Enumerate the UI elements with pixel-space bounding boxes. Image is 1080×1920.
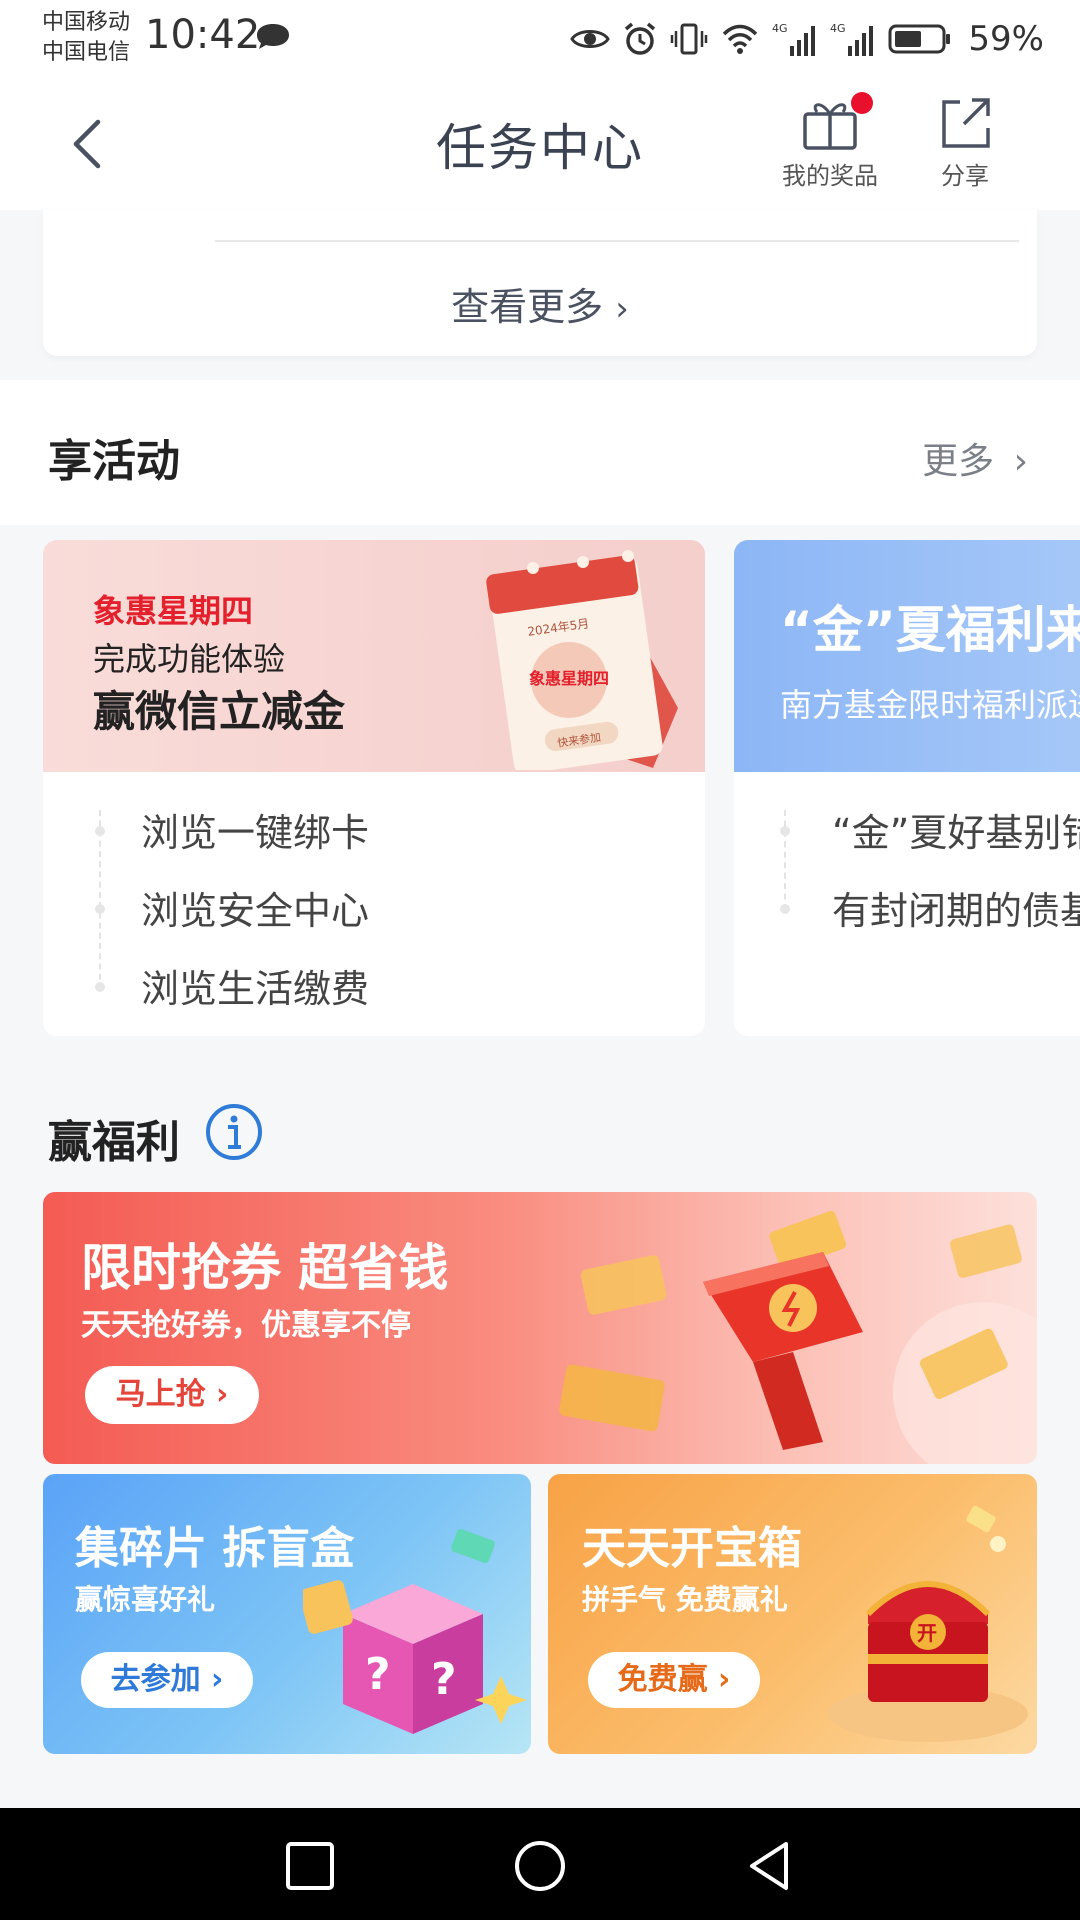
share-icon <box>936 96 994 150</box>
home-icon[interactable] <box>512 1838 568 1894</box>
battery-percent: 59% <box>968 19 1044 59</box>
share-label: 分享 <box>941 162 989 190</box>
task-label: 浏览安全中心 <box>141 889 370 933</box>
eye-icon <box>570 30 611 48</box>
view-more-link[interactable]: 查看更多 › <box>43 276 1037 331</box>
timeline-dot <box>95 982 105 992</box>
activity-card[interactable]: 象惠星期四 完成功能体验 赢微信立减金 2024年5月 象惠星期四 快来参加 浏… <box>43 540 705 1036</box>
notification-dot <box>851 92 873 114</box>
join-button[interactable]: 去参加 › <box>81 1652 253 1708</box>
button-label: 免费赢 <box>617 1662 708 1697</box>
message-icon <box>257 24 289 49</box>
activities-section-header: 享活动 更多 › <box>0 380 1080 525</box>
clock: 10:42 <box>145 12 261 58</box>
blind-box-promo-banner[interactable]: ? ? 集碎片 拆盲盒 赢惊喜好礼 去参加 › <box>43 1474 531 1754</box>
wifi-icon <box>723 24 758 54</box>
promo-subtitle: 天天抢好券，优惠享不停 <box>81 1308 411 1343</box>
promo-subtitle: 拼手气 免费赢礼 <box>582 1583 788 1616</box>
list-item[interactable]: “金”夏好基别错过 <box>734 790 1080 868</box>
battery-icon <box>888 24 951 54</box>
welfare-title: 赢福利 <box>48 1117 180 1168</box>
system-nav-bar <box>0 1808 1080 1920</box>
chevron-right-icon: › <box>216 1377 229 1412</box>
carrier-info: 中国移动 中国电信 <box>42 8 130 68</box>
promo-title: 天天开宝箱 <box>582 1523 802 1574</box>
activity-banner[interactable]: “金”夏福利来袭 南方基金限时福利派送 <box>734 540 1080 772</box>
promo-title: 限时抢券 超省钱 <box>81 1239 449 1297</box>
list-item[interactable]: 有封闭期的债基 <box>734 868 1080 946</box>
timeline-dot <box>780 904 790 914</box>
gift-icon <box>801 92 873 150</box>
timeline-dot <box>95 904 105 914</box>
chevron-right-icon: › <box>1013 441 1028 482</box>
treasure-chest-promo-banner[interactable]: 开 天天开宝箱 拼手气 免费赢礼 免费赢 › <box>548 1474 1037 1754</box>
chest-label: 开 <box>917 1621 937 1645</box>
promo-title: 集碎片 拆盲盒 <box>75 1523 355 1574</box>
activity-card[interactable]: “金”夏福利来袭 南方基金限时福利派送 “金”夏好基别错过 有封闭期的债基 <box>734 540 1080 1036</box>
banner-line-2: 完成功能体验 <box>93 640 286 678</box>
banner-line-1: 象惠星期四 <box>93 592 254 630</box>
net-type-1: 4G <box>772 22 788 35</box>
task-label: “金”夏好基别错过 <box>832 811 1080 855</box>
activities-title: 享活动 <box>48 436 180 487</box>
treasure-chest-illustration: 开 <box>828 1505 1028 1742</box>
coupon-gun-illustration <box>559 1210 1037 1464</box>
carrier-1: 中国移动 <box>42 10 131 35</box>
vibrate-icon <box>671 23 708 55</box>
chevron-right-icon: › <box>211 1662 224 1697</box>
view-more-label: 查看更多 <box>451 285 604 329</box>
banner-line-3: 赢微信立减金 <box>93 687 346 736</box>
task-label: 浏览生活缴费 <box>141 967 370 1011</box>
calendar-badge: 象惠星期四 <box>529 669 609 688</box>
timeline-dot <box>95 826 105 836</box>
my-prizes-button[interactable]: 我的奖品 <box>770 92 890 191</box>
banner-subtitle: 南方基金限时福利派送 <box>780 686 1080 724</box>
status-icons: 4G 4G 59% <box>570 14 1044 64</box>
alarm-icon <box>625 22 656 55</box>
list-item[interactable]: 浏览一键绑卡 <box>43 790 705 868</box>
task-card: 查看更多 › <box>43 210 1037 356</box>
status-bar: 中国移动 中国电信 10:42 4G 4G 59% <box>0 0 1080 80</box>
calendar-illustration: 2024年5月 象惠星期四 快来参加 <box>486 550 678 770</box>
task-list: “金”夏好基别错过 有封闭期的债基 <box>734 790 1080 946</box>
svg-text:?: ? <box>365 1649 391 1700</box>
carrier-2: 中国电信 <box>42 40 131 65</box>
net-type-2: 4G <box>830 22 846 35</box>
task-label: 浏览一键绑卡 <box>141 811 370 855</box>
promo-subtitle: 赢惊喜好礼 <box>75 1583 216 1616</box>
recent-apps-icon[interactable] <box>282 1838 338 1894</box>
signal-2-icon: 4G <box>830 22 874 56</box>
signal-1-icon: 4G <box>772 22 816 56</box>
banner-title: “金”夏福利来袭 <box>780 601 1080 659</box>
info-icon[interactable] <box>205 1103 263 1161</box>
svg-text:?: ? <box>431 1654 457 1705</box>
grab-now-button[interactable]: 马上抢 › <box>85 1366 259 1424</box>
coupon-promo-banner[interactable]: 限时抢券 超省钱 天天抢好券，优惠享不停 马上抢 › <box>43 1192 1037 1464</box>
share-button[interactable]: 分享 <box>905 96 1025 191</box>
win-free-button[interactable]: 免费赢 › <box>588 1652 760 1708</box>
button-label: 去参加 <box>110 1662 201 1697</box>
timeline-dot <box>780 826 790 836</box>
activities-more-link[interactable]: 更多 › <box>922 432 1028 484</box>
button-label: 马上抢 <box>115 1377 206 1412</box>
chevron-right-icon: › <box>718 1662 731 1697</box>
task-list: 浏览一键绑卡 浏览安全中心 浏览生活缴费 <box>43 790 705 1024</box>
my-prizes-label: 我的奖品 <box>782 162 878 190</box>
more-label: 更多 <box>922 441 995 482</box>
task-label: 有封闭期的债基 <box>832 889 1080 933</box>
list-item[interactable]: 浏览安全中心 <box>43 868 705 946</box>
activity-banner[interactable]: 象惠星期四 完成功能体验 赢微信立减金 2024年5月 象惠星期四 快来参加 <box>43 540 705 772</box>
divider <box>215 240 1019 242</box>
back-icon[interactable] <box>742 1838 798 1894</box>
chevron-right-icon: › <box>615 289 629 329</box>
nav-bar: 任务中心 我的奖品 分享 <box>0 80 1080 210</box>
list-item[interactable]: 浏览生活缴费 <box>43 946 705 1024</box>
